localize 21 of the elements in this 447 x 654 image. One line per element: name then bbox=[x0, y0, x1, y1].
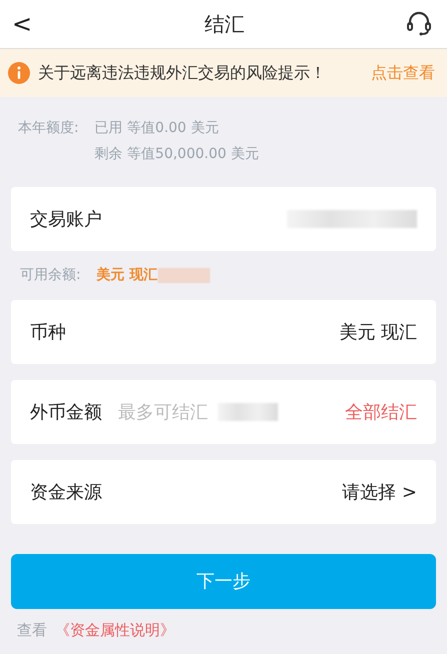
info-icon bbox=[8, 62, 30, 84]
currency-row[interactable]: 币种 美元 现汇 bbox=[11, 300, 436, 364]
account-row[interactable]: 交易账户 bbox=[11, 187, 436, 251]
field-value: 请选择 > bbox=[342, 480, 417, 504]
field-label: 币种 bbox=[30, 320, 66, 344]
back-button[interactable]: < bbox=[0, 12, 44, 36]
field-label: 交易账户 bbox=[30, 208, 102, 232]
field-label: 资金来源 bbox=[30, 480, 102, 504]
quota-text: 剩余 等值50,000.00 美元 bbox=[94, 145, 259, 164]
field-value: 美元 现汇 bbox=[339, 320, 417, 344]
quota-label: 本年额度: bbox=[18, 119, 79, 138]
notice-text: 关于远离违法违规外汇交易的风险提示！ bbox=[38, 62, 327, 84]
footer-text: 查看 bbox=[17, 620, 47, 641]
field-label: 外币金额 bbox=[30, 400, 102, 424]
page-title: 结汇 bbox=[204, 11, 245, 38]
balance-label: 可用余额: bbox=[20, 266, 81, 285]
balance-value: 美元 现汇 bbox=[96, 266, 158, 285]
headset-icon[interactable] bbox=[404, 10, 433, 38]
quota-text: 已用 等值0.00 美元 bbox=[94, 119, 220, 138]
source-row[interactable]: 资金来源 请选择 > bbox=[11, 460, 436, 524]
amount-input[interactable]: 最多可结汇 bbox=[118, 398, 218, 426]
